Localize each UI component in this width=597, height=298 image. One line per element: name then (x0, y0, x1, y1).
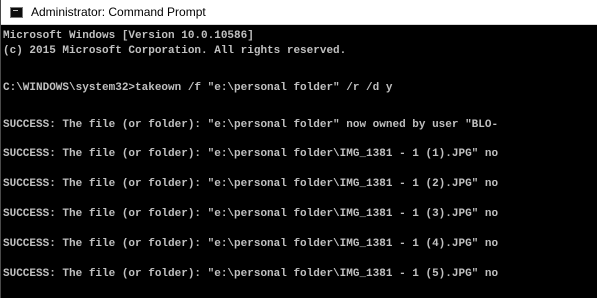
console-line-copyright: (c) 2015 Microsoft Corporation. All righ… (3, 45, 347, 57)
console-line-result: SUCCESS: The file (or folder): "e:\perso… (3, 238, 499, 250)
window-title: Administrator: Command Prompt (31, 5, 206, 19)
console-line-result: SUCCESS: The file (or folder): "e:\perso… (3, 208, 499, 220)
console-line-result: SUCCESS: The file (or folder): "e:\perso… (3, 268, 499, 280)
console-line-result: SUCCESS: The file (or folder): "e:\perso… (3, 148, 499, 160)
command-prompt-icon[interactable] (10, 6, 23, 18)
console-output[interactable]: Microsoft Windows [Version 10.0.10586] (… (3, 27, 597, 298)
console-line-command: C:\WINDOWS\system32>takeown /f "e:\perso… (3, 82, 393, 94)
console-line-result: SUCCESS: The file (or folder): "e:\perso… (3, 119, 499, 131)
console-line-version: Microsoft Windows [Version 10.0.10586] (3, 30, 254, 42)
command-prompt-window[interactable]: Administrator: Command Prompt Microsoft … (0, 0, 597, 298)
console-line-result: SUCCESS: The file (or folder): "e:\perso… (3, 178, 499, 190)
title-bar[interactable]: Administrator: Command Prompt (1, 0, 597, 25)
